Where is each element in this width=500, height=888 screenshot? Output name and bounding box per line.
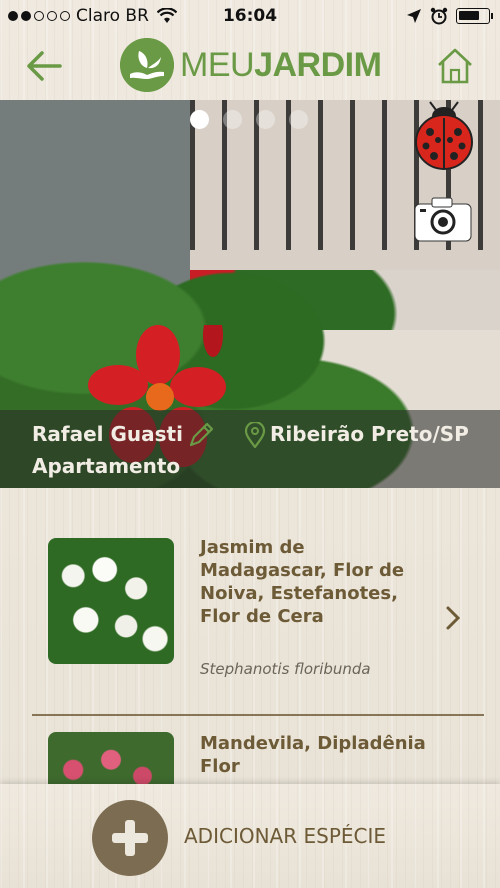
carousel-pagination[interactable] — [190, 110, 308, 129]
garden-type: Apartamento — [32, 454, 181, 478]
ladybug-icon[interactable] — [414, 100, 474, 170]
edit-pencil-icon[interactable] — [186, 420, 216, 450]
owner-name: Rafael Guasti — [32, 422, 183, 446]
species-name: Mandevila, Dipladênia Flor — [200, 733, 426, 777]
page-dot[interactable] — [289, 110, 308, 129]
camera-icon[interactable] — [414, 196, 472, 242]
location-arrow-icon — [407, 9, 421, 23]
home-icon[interactable] — [436, 46, 474, 86]
species-thumbnail — [48, 538, 174, 664]
app-header: MEUJARDIM — [0, 32, 500, 100]
chevron-right-icon[interactable] — [444, 604, 462, 632]
logo-text-jardim: JARDIM — [254, 45, 382, 84]
logo-text-meu: MEU — [180, 45, 255, 84]
add-icon[interactable] — [92, 800, 168, 876]
species-scientific-name: Stephanotis floribunda — [200, 660, 371, 678]
add-species-bar[interactable]: ADICIONAR ESPÉCIE — [0, 784, 500, 888]
page-dot[interactable] — [223, 110, 242, 129]
page-dot[interactable] — [190, 110, 209, 129]
status-bar: Claro BR 16:04 — [0, 0, 500, 32]
app-logo: MEUJARDIM — [120, 38, 382, 92]
species-list: Jasmim de Madagascar, Flor de Noiva, Est… — [0, 488, 500, 784]
add-species-button[interactable]: ADICIONAR ESPÉCIE — [184, 824, 386, 848]
species-thumbnail — [48, 732, 174, 784]
species-name: Jasmim de Madagascar, Flor de Noiva, Est… — [200, 537, 405, 627]
garden-location: Ribeirão Preto/SP — [270, 422, 469, 446]
battery-icon — [456, 8, 493, 24]
page-dot[interactable] — [256, 110, 275, 129]
location-pin-icon — [244, 422, 266, 448]
list-item[interactable]: Jasmim de Madagascar, Flor de Noiva, Est… — [0, 488, 500, 716]
list-item[interactable]: Mandevila, Dipladênia Flor — [0, 716, 500, 784]
garden-info-bar: Rafael Guasti Ribeirão Preto/SP Apartame… — [0, 410, 500, 488]
garden-photo-carousel[interactable]: Rafael Guasti Ribeirão Preto/SP Apartame… — [0, 100, 500, 488]
back-arrow-icon[interactable] — [24, 46, 64, 86]
alarm-clock-icon — [430, 7, 448, 25]
plant-hand-logo-icon — [120, 38, 174, 92]
